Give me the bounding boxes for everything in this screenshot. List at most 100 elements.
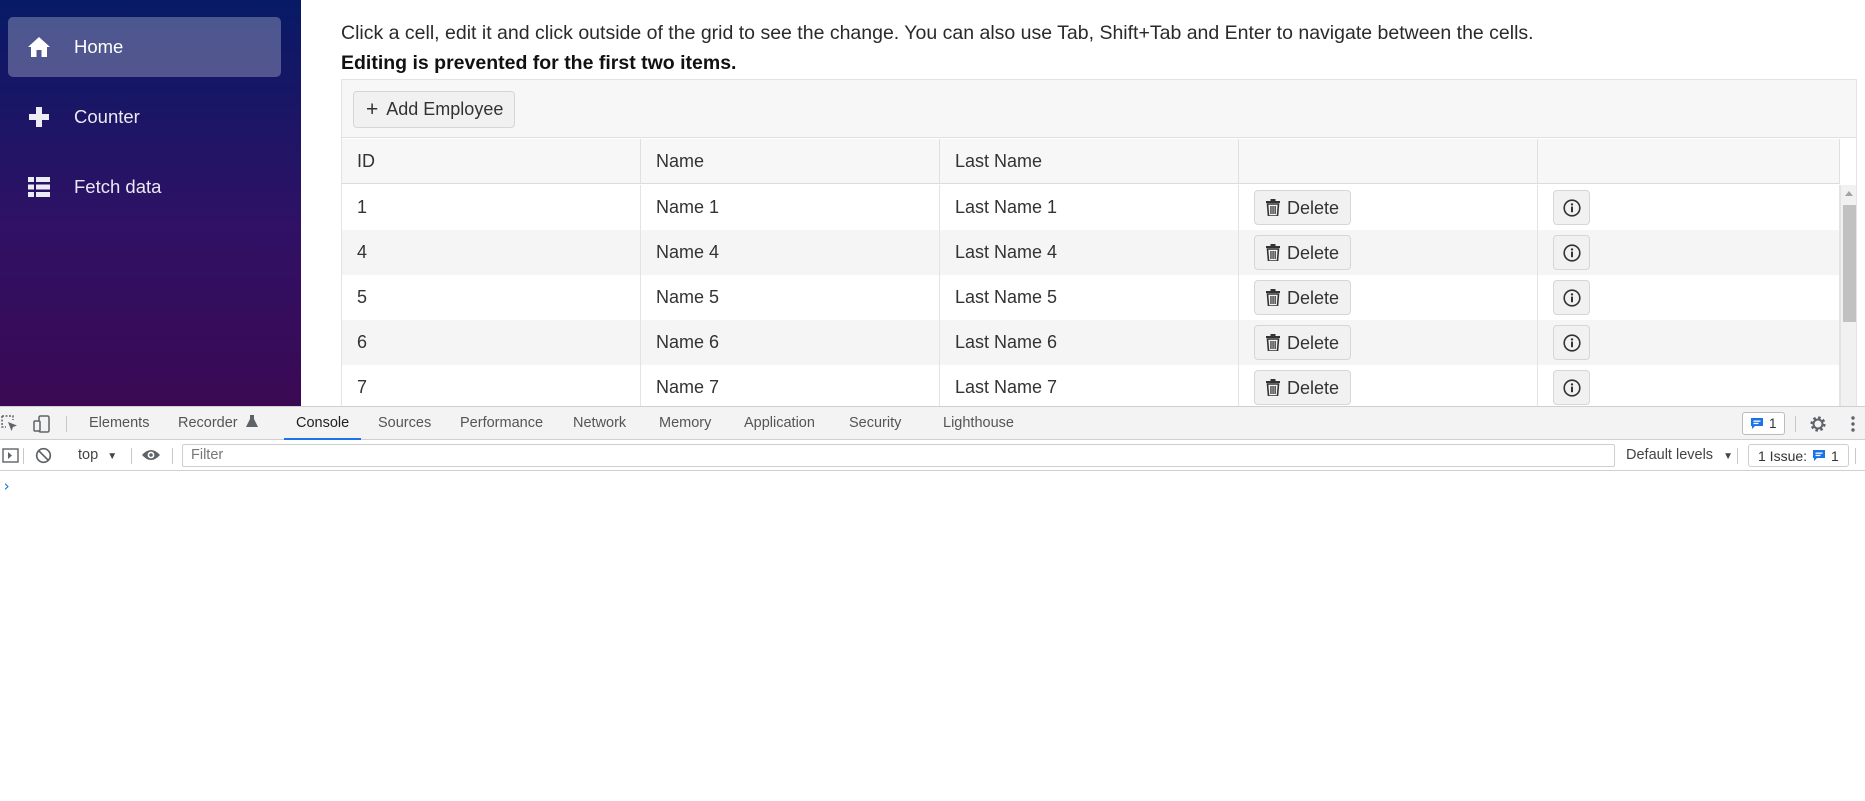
- info-button[interactable]: [1553, 325, 1590, 360]
- delete-button[interactable]: Delete: [1254, 325, 1351, 360]
- log-levels-dropdown[interactable]: Default levels ▼: [1626, 447, 1733, 463]
- cell-info: [1538, 365, 1840, 406]
- cell-id[interactable]: 4: [342, 230, 641, 275]
- delete-button[interactable]: Delete: [1254, 190, 1351, 225]
- cell-last-name[interactable]: Last Name 5: [940, 275, 1239, 320]
- issues-badge-count: 1: [1769, 416, 1777, 431]
- cell-last-name[interactable]: Last Name 4: [940, 230, 1239, 275]
- column-header-last-name[interactable]: Last Name: [940, 139, 1239, 184]
- issues-badge[interactable]: 1: [1742, 412, 1785, 435]
- cell-last-name[interactable]: Last Name 7: [940, 365, 1239, 406]
- eye-icon[interactable]: [141, 445, 161, 465]
- info-button[interactable]: [1553, 280, 1590, 315]
- context-selector[interactable]: top ▼: [78, 447, 117, 463]
- issues-count: 1: [1831, 447, 1839, 464]
- info-icon: [1562, 378, 1581, 397]
- cell-delete: Delete: [1239, 275, 1538, 320]
- toolbar-separator: [131, 448, 132, 464]
- sidebar-item-counter[interactable]: Counter: [8, 87, 281, 147]
- tab-elements[interactable]: Elements: [89, 407, 149, 439]
- cell-name[interactable]: Name 4: [641, 230, 940, 275]
- sidebar-item-home[interactable]: Home: [8, 17, 281, 77]
- tab-recorder[interactable]: Recorder: [178, 407, 258, 439]
- list-icon: [24, 172, 54, 202]
- scroll-up-arrow-icon[interactable]: [1845, 191, 1853, 196]
- cell-id[interactable]: 1: [342, 185, 641, 230]
- table-row: 5 Name 5 Last Name 5 Delete: [342, 275, 1840, 320]
- info-button[interactable]: [1553, 235, 1590, 270]
- column-header-name[interactable]: Name: [641, 139, 940, 184]
- trash-icon: [1266, 244, 1280, 261]
- console-prompt[interactable]: ›: [2, 477, 11, 495]
- clear-console-icon[interactable]: [33, 445, 53, 465]
- console-filter-input[interactable]: Filter: [182, 444, 1615, 467]
- cell-info: [1538, 185, 1840, 230]
- gear-icon[interactable]: [1808, 414, 1828, 434]
- info-icon: [1562, 333, 1581, 352]
- cell-name[interactable]: Name 6: [641, 320, 940, 365]
- scrollbar-thumb[interactable]: [1843, 205, 1856, 322]
- devtools-tab-bar: Elements Recorder Console Sources Perfor…: [0, 407, 1865, 440]
- delete-label: Delete: [1287, 332, 1340, 353]
- cell-last-name[interactable]: Last Name 6: [940, 320, 1239, 365]
- grid-scrollbar[interactable]: [1840, 185, 1856, 406]
- tab-application[interactable]: Application: [744, 407, 815, 439]
- cell-delete: Delete: [1239, 230, 1538, 275]
- grid-toolbar: + Add Employee: [342, 80, 1856, 138]
- log-levels-label: Default levels: [1626, 447, 1714, 463]
- grid-header: ID Name Last Name: [342, 139, 1840, 184]
- cell-id[interactable]: 5: [342, 275, 641, 320]
- tab-sources[interactable]: Sources: [378, 407, 431, 439]
- info-button[interactable]: [1553, 370, 1590, 405]
- plus-icon: +: [366, 98, 379, 121]
- cell-info: [1538, 320, 1840, 365]
- main-content: Click a cell, edit it and click outside …: [301, 0, 1865, 406]
- sidebar-item-label: Counter: [74, 106, 140, 127]
- trash-icon: [1266, 334, 1280, 351]
- toolbar-separator: [1855, 448, 1856, 464]
- tab-security[interactable]: Security: [849, 407, 901, 439]
- editing-note: Editing is prevented for the first two i…: [341, 52, 737, 74]
- info-icon: [1562, 288, 1581, 307]
- add-employee-button[interactable]: + Add Employee: [353, 91, 516, 128]
- cell-delete: Delete: [1239, 320, 1538, 365]
- cell-name[interactable]: Name 7: [641, 365, 940, 406]
- tab-lighthouse[interactable]: Lighthouse: [943, 407, 1014, 439]
- cell-info: [1538, 230, 1840, 275]
- home-icon: [24, 32, 54, 62]
- delete-button[interactable]: Delete: [1254, 370, 1351, 405]
- cell-info: [1538, 275, 1840, 320]
- sidebar-toggle-icon[interactable]: [0, 445, 20, 465]
- table-row: 6 Name 6 Last Name 6 Delete: [342, 320, 1840, 365]
- tab-recorder-label: Recorder: [178, 415, 238, 431]
- tab-memory[interactable]: Memory: [659, 407, 711, 439]
- cell-name[interactable]: Name 5: [641, 275, 940, 320]
- dropdown-triangle-icon: ▼: [107, 451, 118, 462]
- toolbar-separator: [172, 448, 173, 464]
- delete-button[interactable]: Delete: [1254, 235, 1351, 270]
- trash-icon: [1266, 289, 1280, 306]
- message-icon: [1750, 417, 1764, 430]
- tab-console[interactable]: Console: [283, 407, 362, 440]
- toolbar-separator: [23, 448, 24, 464]
- tab-separator: [1795, 416, 1796, 432]
- tab-performance[interactable]: Performance: [460, 407, 543, 439]
- column-header-id[interactable]: ID: [342, 139, 641, 184]
- device-toolbar-icon[interactable]: [32, 414, 52, 434]
- devtools-panel: Elements Recorder Console Sources Perfor…: [0, 406, 1865, 801]
- inspect-element-icon[interactable]: [0, 414, 20, 434]
- more-options-icon[interactable]: [1843, 414, 1863, 434]
- issues-counter-button[interactable]: 1 Issue: 1: [1748, 444, 1849, 467]
- cell-name[interactable]: Name 1: [641, 185, 940, 230]
- delete-button[interactable]: Delete: [1254, 280, 1351, 315]
- cell-id[interactable]: 6: [342, 320, 641, 365]
- delete-label: Delete: [1287, 287, 1340, 308]
- dropdown-triangle-icon: ▼: [1723, 451, 1733, 462]
- tab-network[interactable]: Network: [573, 407, 626, 439]
- cell-last-name[interactable]: Last Name 1: [940, 185, 1239, 230]
- info-button[interactable]: [1553, 190, 1590, 225]
- sidebar-item-label: Fetch data: [74, 176, 162, 197]
- delete-label: Delete: [1287, 377, 1340, 398]
- cell-id[interactable]: 7: [342, 365, 641, 406]
- sidebar-item-fetch-data[interactable]: Fetch data: [8, 157, 281, 217]
